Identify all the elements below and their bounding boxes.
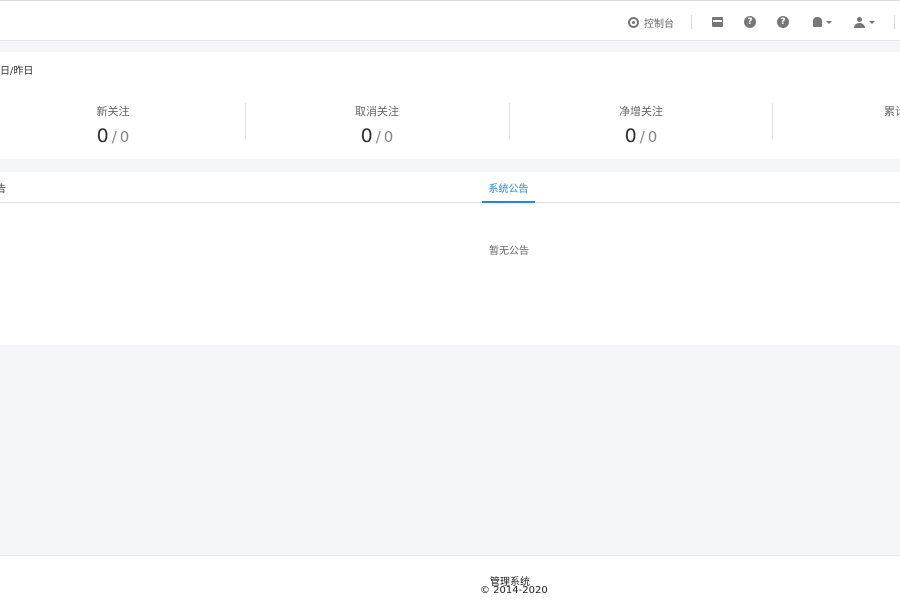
stat-value: 0/0 <box>600 125 682 147</box>
stat-divider <box>509 103 510 139</box>
stat-new-follows: 新关注 0/0 <box>72 103 154 147</box>
announcement-panel: 告 系统公告 暂无公告 <box>0 172 900 345</box>
notifications-dropdown[interactable] <box>813 16 832 28</box>
user-icon <box>854 16 865 28</box>
user-menu-dropdown[interactable] <box>854 16 875 28</box>
stat-today: 0 <box>624 125 637 147</box>
follower-stats-card: 日/昨日 新关注 0/0 取消关注 0/0 净增关注 0/0 累计 <box>0 52 900 159</box>
stat-slash: / <box>111 128 117 146</box>
stat-yesterday: 0 <box>383 128 394 146</box>
chevron-down-icon <box>869 20 875 24</box>
empty-state-text: 暂无公告 <box>489 246 529 257</box>
bell-icon <box>813 17 822 27</box>
stat-today: 0 <box>360 125 373 147</box>
console-label: 控制台 <box>644 18 674 30</box>
stat-yesterday: 0 <box>119 128 130 146</box>
store-icon[interactable] <box>712 16 723 28</box>
stat-today: 0 <box>96 125 109 147</box>
stat-total-follows: 累计 <box>884 103 900 119</box>
navbar-divider <box>894 15 895 29</box>
footer-copyright: © 2014-2020 <box>480 585 548 596</box>
help-icon[interactable]: ? <box>777 16 789 28</box>
stat-divider <box>772 103 773 139</box>
console-link[interactable]: 控制台 <box>628 14 674 30</box>
stat-label: 累计 <box>884 105 900 118</box>
stat-net-follows: 净增关注 0/0 <box>600 103 682 147</box>
dashboard-icon <box>628 16 639 28</box>
footer: 管理系统 © 2014-2020 <box>0 555 900 600</box>
stat-yesterday: 0 <box>647 128 658 146</box>
stat-divider <box>245 103 246 139</box>
navbar-divider <box>691 15 692 29</box>
stat-slash: / <box>639 128 645 146</box>
stat-unfollows: 取消关注 0/0 <box>336 103 418 147</box>
stat-slash: / <box>375 128 381 146</box>
announcement-tabs: 告 系统公告 <box>0 172 900 203</box>
stats-title: 日/昨日 <box>0 66 34 77</box>
tab-system-announcements[interactable]: 系统公告 <box>482 180 535 203</box>
top-navbar: 控制台 ? ? <box>0 0 900 41</box>
chevron-down-icon <box>826 20 832 24</box>
stat-label: 新关注 <box>96 105 130 118</box>
stat-label: 净增关注 <box>619 105 663 118</box>
help-icon[interactable]: ? <box>744 16 756 28</box>
stat-label: 取消关注 <box>355 105 399 118</box>
tab-announcements[interactable]: 告 <box>0 180 6 195</box>
stat-value: 0/0 <box>72 125 154 147</box>
stat-value: 0/0 <box>336 125 418 147</box>
